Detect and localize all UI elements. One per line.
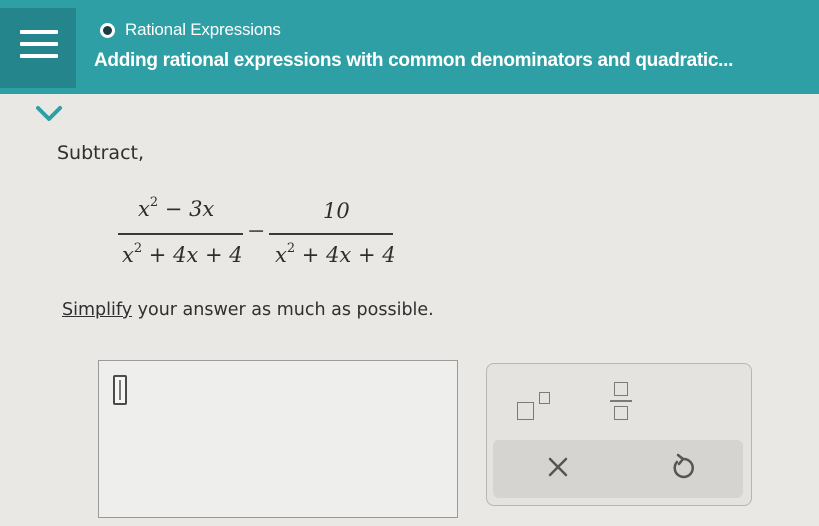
- math-expression: x2 − 3x x2 + 4x + 4 − 10 x2 + 4x + 4: [118, 193, 408, 278]
- math-toolbox: [486, 363, 752, 506]
- toolbox-actions: [493, 440, 743, 498]
- answer-input[interactable]: [98, 360, 458, 518]
- simplify-link[interactable]: Simplify: [62, 300, 132, 320]
- problem-prompt: Subtract,: [57, 142, 145, 164]
- lesson-header: Rational Expressions Adding rational exp…: [0, 0, 819, 94]
- clear-button[interactable]: [545, 454, 571, 480]
- instruction-text: Simplify your answer as much as possible…: [62, 300, 434, 320]
- right-denominator: x2 + 4x + 4: [275, 241, 396, 267]
- left-denominator: x2 + 4x + 4: [122, 241, 243, 267]
- hamburger-menu-icon-bar: [20, 42, 58, 46]
- topic-row: Rational Expressions: [100, 20, 281, 40]
- left-numerator: x2 − 3x: [138, 195, 215, 221]
- right-numerator: 10: [323, 199, 350, 223]
- hamburger-menu-icon-bar: [20, 54, 58, 58]
- hamburger-menu-button[interactable]: [0, 8, 76, 88]
- lesson-title: Adding rational expressions with common …: [94, 50, 734, 71]
- radio-icon: [100, 22, 115, 38]
- instruction-rest: your answer as much as possible.: [132, 300, 434, 320]
- exponent-icon[interactable]: [517, 390, 557, 424]
- undo-icon[interactable]: [669, 452, 697, 482]
- cursor-placeholder: [113, 375, 127, 405]
- hamburger-menu-icon: [20, 30, 58, 34]
- left-fraction-bar: [118, 233, 243, 235]
- minus-operator: −: [247, 219, 266, 244]
- right-fraction-bar: [269, 233, 393, 235]
- chevron-down-icon[interactable]: [32, 100, 66, 126]
- topic-title: Rational Expressions: [125, 20, 281, 39]
- fraction-icon[interactable]: [607, 380, 637, 424]
